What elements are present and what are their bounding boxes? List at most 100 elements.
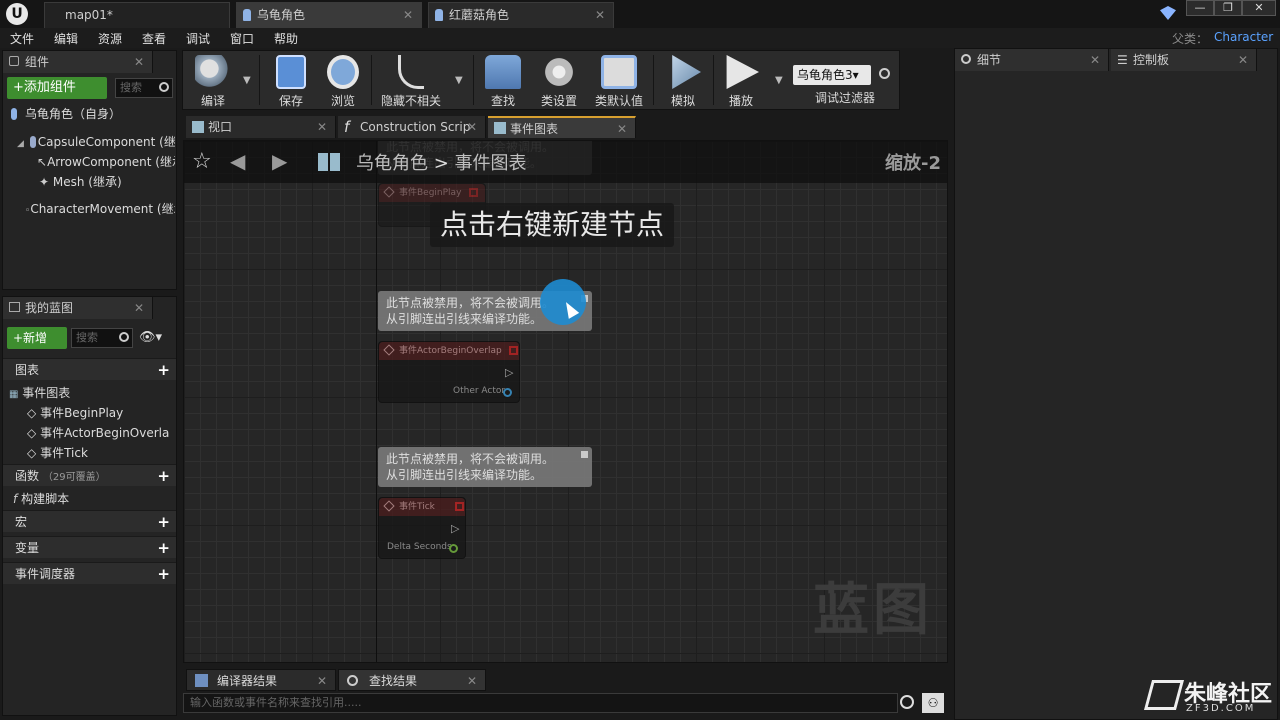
menu-file[interactable]: 文件 (10, 30, 34, 47)
event-item[interactable]: ◇ 事件BeginPlay (27, 404, 175, 421)
float-pin-icon[interactable] (449, 544, 458, 553)
close-icon[interactable]: ✕ (134, 297, 144, 319)
search-icon[interactable] (879, 68, 890, 79)
maximize-icon[interactable]: ❐ (1214, 0, 1242, 16)
tab-my-blueprint[interactable]: 我的蓝图 ✕ (3, 297, 153, 319)
category-macros[interactable]: 宏 + (3, 510, 176, 532)
add-variable-icon[interactable]: + (157, 537, 170, 559)
pin-comment-icon[interactable] (581, 451, 588, 458)
category-graphs[interactable]: 图表 + (3, 358, 176, 380)
close-icon[interactable]: ✕ (317, 116, 327, 138)
category-event-dispatchers[interactable]: 事件调度器 + (3, 562, 176, 584)
add-function-icon[interactable]: + (157, 465, 170, 487)
simulate-button[interactable]: 模拟 (655, 51, 711, 109)
binoculars-icon[interactable]: ⚇ (922, 693, 944, 713)
add-dispatcher-icon[interactable]: + (157, 563, 170, 585)
tab-palette[interactable]: ☰ 控制板 ✕ (1111, 49, 1257, 71)
close-icon[interactable]: ✕ (467, 116, 477, 138)
delegate-pin-icon[interactable] (509, 346, 518, 355)
minimize-icon[interactable]: — (1186, 0, 1214, 16)
exec-pin-icon[interactable]: ▷ (451, 522, 459, 535)
menu-edit[interactable]: 编辑 (54, 30, 78, 47)
browse-button[interactable]: 浏览 (315, 51, 371, 109)
component-search-input[interactable]: 搜索 (115, 78, 173, 98)
toolbar-separator (371, 55, 372, 105)
tab-event-graph[interactable]: 事件图表 ✕ (488, 116, 636, 138)
add-component-button[interactable]: +添加组件 (7, 77, 107, 99)
debug-object-dropdown[interactable]: 乌龟角色3▾ (793, 65, 871, 85)
tab-components[interactable]: 组件 ✕ (3, 51, 153, 73)
favorite-star-icon[interactable]: ☆ (192, 149, 212, 174)
close-icon[interactable]: ✕ (1238, 49, 1248, 71)
visibility-eye-icon[interactable]: 👁▾ (139, 330, 162, 345)
find-references-input[interactable]: 输入函数或事件名称来查找引用..... (183, 693, 898, 713)
close-icon[interactable]: ✕ (467, 670, 477, 692)
event-node-actor-begin-overlap[interactable]: 事件ActorBeginOverlap ▷ Other Actor (378, 341, 520, 403)
delegate-pin-icon[interactable] (469, 188, 478, 197)
tab-find-results[interactable]: 查找结果 ✕ (338, 669, 486, 691)
expand-arrow-icon[interactable]: ◢ (17, 139, 24, 149)
exec-pin-icon[interactable]: ▷ (505, 366, 513, 379)
details-area: 细节 ✕ ☰ 控制板 ✕ (954, 48, 1278, 720)
find-button[interactable]: 查找 (475, 51, 531, 109)
play-button[interactable]: 播放 (713, 51, 769, 109)
add-macro-icon[interactable]: + (157, 511, 170, 533)
feedback-icon[interactable] (1160, 6, 1176, 20)
menu-window[interactable]: 窗口 (230, 30, 254, 47)
event-graph-canvas[interactable]: 此节点被禁用，将不会被调用。 从引脚连出引线来编译功能。 事件BeginPlay… (183, 140, 948, 663)
breadcrumb-root[interactable]: 乌龟角色 (356, 153, 428, 174)
parent-class-link[interactable]: Character (1214, 30, 1273, 44)
tab-details[interactable]: 细节 ✕ (955, 49, 1109, 71)
tab-viewport[interactable]: 视口 ✕ (186, 116, 336, 138)
close-icon[interactable]: ✕ (317, 670, 327, 692)
tab-compiler-results[interactable]: 编译器结果 ✕ (186, 669, 336, 691)
delegate-pin-icon[interactable] (455, 502, 464, 511)
menu-asset[interactable]: 资源 (98, 30, 122, 47)
tab-map01[interactable]: map01* (44, 2, 230, 28)
tab-construction-script[interactable]: f Construction Scrip ✕ (338, 116, 486, 138)
event-graph-item[interactable]: ▦ 事件图表 (9, 384, 174, 401)
tab-red-mushroom-character[interactable]: 红蘑菇角色 ✕ (428, 2, 614, 28)
component-arrow[interactable]: ↖ArrowComponent (继承 (37, 153, 175, 170)
save-button[interactable]: 保存 (263, 51, 319, 109)
chevron-down-icon[interactable]: ▼ (243, 75, 251, 86)
event-node-tick[interactable]: 事件Tick ▷ Delta Seconds (378, 497, 466, 559)
unreal-logo-icon[interactable]: U (6, 3, 28, 25)
close-icon[interactable]: ✕ (134, 51, 144, 73)
chevron-down-icon[interactable]: ▼ (775, 75, 783, 86)
class-settings-button[interactable]: 类设置 (531, 51, 587, 109)
compile-button[interactable]: 编译 (185, 51, 241, 109)
close-icon[interactable]: ✕ (1090, 49, 1100, 71)
close-icon[interactable]: ✕ (617, 118, 627, 140)
menu-help[interactable]: 帮助 (274, 30, 298, 47)
tab-label: 红蘑菇角色 (449, 8, 510, 22)
object-pin-icon[interactable] (503, 388, 512, 397)
add-graph-icon[interactable]: + (157, 359, 170, 381)
close-window-icon[interactable]: ✕ (1242, 0, 1276, 16)
right-click-hint: 点击右键新建节点 (430, 203, 675, 247)
blueprint-search-input[interactable]: 搜索 (71, 328, 133, 348)
event-item[interactable]: ◇ 事件ActorBeginOverla (27, 424, 175, 441)
component-capsule[interactable]: ◢ CapsuleComponent (继承 (17, 133, 175, 150)
event-item[interactable]: ◇ 事件Tick (27, 444, 175, 461)
class-defaults-button[interactable]: 类默认值 (589, 51, 649, 109)
construction-script-item[interactable]: f 构建脚本 (13, 490, 173, 507)
back-arrow-icon[interactable]: ◀ (230, 149, 245, 173)
forward-arrow-icon[interactable]: ▶ (272, 149, 287, 173)
close-icon[interactable]: ✕ (403, 3, 413, 27)
search-icon[interactable] (900, 695, 914, 709)
component-character-movement[interactable]: ◦CharacterMovement (继承 (25, 200, 175, 217)
chevron-down-icon[interactable]: ▼ (455, 75, 463, 86)
hide-unrelated-button[interactable]: 隐藏不相关 (377, 51, 445, 109)
tab-turtle-character[interactable]: 乌龟角色 ✕ (236, 2, 422, 28)
new-button[interactable]: +新增 (7, 327, 67, 349)
component-root[interactable]: 乌龟角色（自身） (11, 105, 176, 122)
component-mesh[interactable]: ✦ Mesh (继承) (39, 173, 175, 190)
category-variables[interactable]: 变量 + (3, 536, 176, 558)
graph-icon (494, 122, 506, 134)
search-icon (119, 332, 129, 342)
category-functions[interactable]: 函数 （29可覆盖） + (3, 464, 176, 486)
menu-debug[interactable]: 调试 (186, 30, 210, 47)
menu-view[interactable]: 查看 (142, 30, 166, 47)
close-icon[interactable]: ✕ (595, 3, 605, 27)
